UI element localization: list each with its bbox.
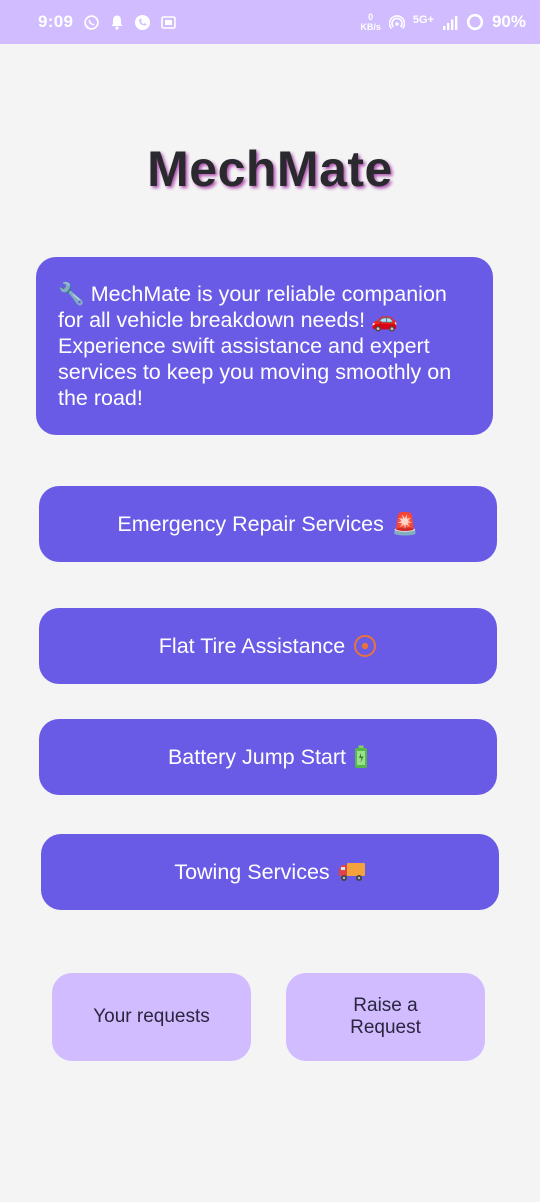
truck-icon [338, 861, 366, 883]
app-title: MechMate [147, 141, 393, 197]
battery-ring-icon [466, 13, 484, 31]
whatsapp-icon [83, 14, 100, 31]
status-time: 9:09 [38, 12, 74, 31]
emergency-repair-button[interactable]: Emergency Repair Services 🚨 [39, 486, 497, 562]
status-right-group: 0 KB/s 5G+ 90% [360, 12, 526, 32]
status-left-group: 9:09 [38, 12, 177, 32]
your-requests-button[interactable]: Your requests [52, 973, 251, 1061]
sim-card-icon [161, 15, 177, 29]
tire-icon [353, 634, 377, 658]
signal-icon [442, 15, 458, 30]
status-bar: 9:09 0 KB/s 5G+ 90% [0, 0, 540, 44]
raise-request-label: Raise a Request [350, 995, 421, 1038]
intro-card: 🔧 MechMate is your reliable companion fo… [36, 257, 493, 435]
net-speed-indicator: 0 KB/s [360, 12, 381, 32]
net-speed-value: 0 [368, 12, 374, 22]
notification-bell-icon [110, 14, 124, 30]
battery-icon [354, 745, 368, 769]
phone-call-icon [134, 14, 151, 31]
siren-icon: 🚨 [391, 511, 419, 536]
your-requests-label: Your requests [93, 1006, 210, 1027]
towing-services-button[interactable]: Towing Services [41, 834, 499, 910]
flat-tire-button[interactable]: Flat Tire Assistance [39, 608, 497, 684]
battery-jump-start-label: Battery Jump Start [167, 744, 347, 769]
net-speed-unit: KB/s [360, 22, 381, 32]
raise-request-button[interactable]: Raise a Request [286, 973, 485, 1061]
emergency-repair-label: Emergency Repair Services [117, 511, 384, 536]
flat-tire-label: Flat Tire Assistance [158, 633, 346, 658]
intro-text: 🔧 MechMate is your reliable companion fo… [58, 282, 452, 410]
towing-services-label: Towing Services [174, 859, 330, 884]
battery-jump-start-button[interactable]: Battery Jump Start [39, 719, 497, 795]
battery-percent: 90% [491, 12, 526, 31]
network-type: 5G+ [412, 14, 434, 26]
hotspot-icon [388, 14, 405, 30]
